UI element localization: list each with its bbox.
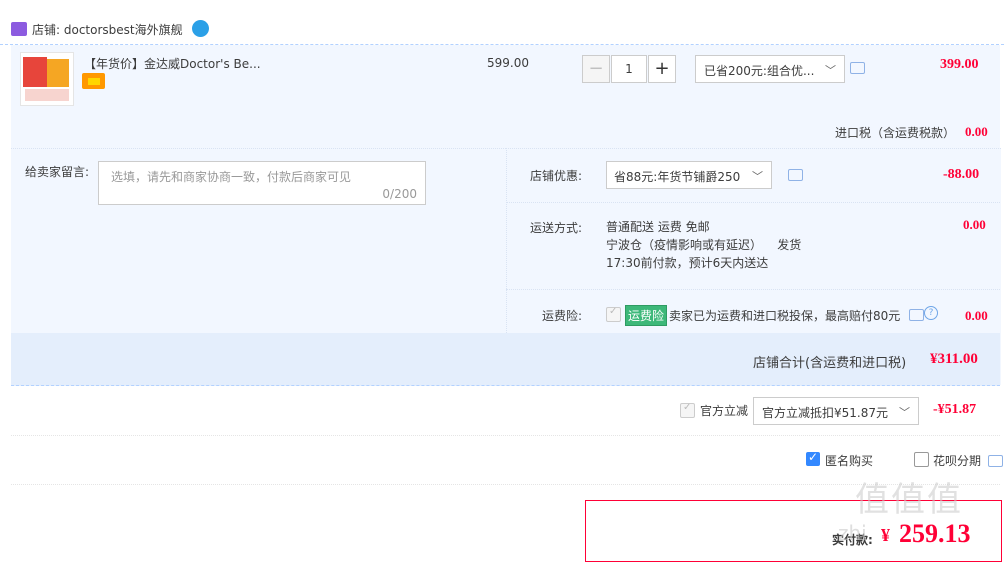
official-discount-value: -¥51.87 [933,402,977,417]
official-discount-checkbox[interactable] [680,402,695,418]
chevron-down-icon: ﹀ [752,170,763,183]
product-thumbnail[interactable] [20,52,74,106]
item-total: 399.00 [940,57,979,72]
message-icon[interactable] [988,455,1003,467]
shipping-dispatch: 发货 [777,238,802,252]
item-promo-selected: 已省200元:组合优... [704,64,815,78]
chevron-down-icon: ﹀ [899,406,910,419]
huabei-label[interactable]: 花呗分期 [933,452,981,469]
shop-coupon-select[interactable]: 省88元:年货节铺爵250 ﹀ [606,161,772,189]
shipping-method: 普通配送 运费 免邮 [606,220,710,234]
divider [506,202,1000,203]
official-discount-label: 官方立减 [700,404,749,418]
buyer-message-input[interactable]: 选填，请先和商家协商一致，付款后商家可见 0/200 [98,161,426,205]
store-total-value: ¥311.00 [930,351,978,367]
payment-currency: ¥ [881,525,890,545]
card-badge-icon [82,73,105,89]
insurance-badge: 运费险 [625,305,668,326]
watermark-sub: zhi [838,521,867,545]
buyer-message-placeholder: 选填，请先和商家协商一致，付款后商家可见 [111,170,352,184]
tax-value: 0.00 [965,124,988,139]
shop-coupon-value: -88.00 [943,167,980,182]
store-name[interactable]: 店铺: doctorsbest海外旗舰 [32,21,183,38]
message-icon[interactable] [788,169,803,181]
anonymous-label[interactable]: 匿名购买 [825,452,873,469]
item-promo-select[interactable]: 已省200元:组合优... ﹀ [695,55,845,83]
quantity-input[interactable]: 1 [611,55,647,83]
shipping-eta: 17:30前付款，预计6天内送达 [606,256,769,270]
official-discount-select[interactable]: 官方立减抵扣¥51.87元 ﹀ [753,397,919,425]
insurance-text: 卖家已为运费和进口税投保，最高赔付80元 [669,309,901,323]
anonymous-checkbox[interactable] [806,450,820,466]
huabei-checkbox[interactable] [914,452,929,467]
quantity-decrease-button[interactable]: − [582,55,610,83]
unit-price: 599.00 [487,56,529,70]
chevron-down-icon: ﹀ [825,64,836,77]
store-header: 店铺: doctorsbest海外旗舰 [0,0,1004,45]
wangwang-chat-icon[interactable] [192,20,209,37]
shipping-label: 运送方式: [530,221,583,235]
shipping-warehouse-line: 宁波仓（疫情影响或有延迟） 发货 [606,236,801,254]
shipping-value: 0.00 [963,217,986,232]
insurance-checkbox[interactable] [606,306,621,322]
quantity-increase-button[interactable]: + [648,55,676,83]
shipping-warehouse: 宁波仓（疫情影响或有延迟） [606,238,763,252]
watermark: 值值值 [855,480,963,520]
shipping-info: 普通配送 运费 免邮 宁波仓（疫情影响或有延迟） 发货 17:30前付款，预计6… [606,218,801,272]
product-title[interactable]: 【年货价】金达威Doctor's Be... [84,55,261,72]
buyer-message-count: 0/200 [382,187,417,201]
tax-label: 进口税（含运费税款） [835,126,956,140]
buyer-message-label: 给卖家留言: [25,165,90,179]
insurance-label: 运费险: [542,309,583,323]
shop-coupon-selected: 省88元:年货节铺爵250 [614,170,741,184]
help-icon[interactable]: ? [924,306,938,320]
insurance-value: 0.00 [965,308,988,323]
divider [506,289,1000,290]
payment-value: 259.13 [899,519,971,548]
shop-icon [11,22,27,36]
store-total-label: 店铺合计(含运费和进口税) [753,356,907,371]
official-discount-selected: 官方立减抵扣¥51.87元 [762,406,888,420]
message-icon[interactable] [850,62,865,74]
shop-coupon-label: 店铺优惠: [530,169,583,183]
message-icon[interactable] [909,309,924,321]
